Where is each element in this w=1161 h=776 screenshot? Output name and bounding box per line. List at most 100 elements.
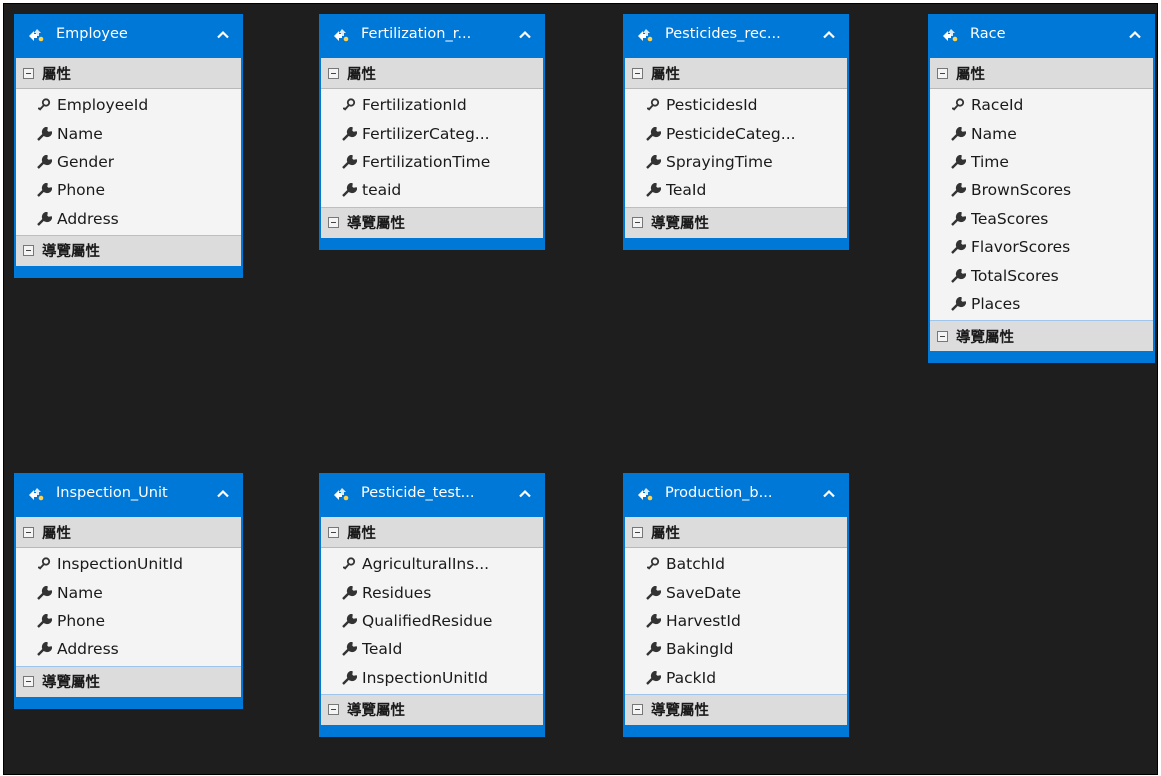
section-label: 導覽屬性	[956, 329, 1014, 346]
collapse-chevron-icon[interactable]	[823, 489, 835, 498]
collapse-toggle-icon[interactable]	[23, 526, 34, 538]
entity-icon	[638, 488, 653, 501]
section-label: 屬性	[956, 66, 985, 83]
collapse-toggle-icon[interactable]	[328, 526, 339, 538]
property-item[interactable]: TeaId	[321, 635, 543, 663]
entity-body: 屬性 PesticidesId PesticideCateg... Sprayi…	[625, 58, 847, 238]
collapse-chevron-icon[interactable]	[1129, 30, 1141, 39]
property-item[interactable]: Name	[16, 119, 241, 147]
navigation-section[interactable]: 導覽屬性	[625, 206, 847, 238]
entity-header[interactable]: Fertilization_r...	[321, 14, 543, 58]
section-label: 屬性	[42, 525, 71, 542]
collapse-chevron-icon[interactable]	[519, 489, 531, 498]
collapse-toggle-icon[interactable]	[328, 67, 339, 79]
property-item[interactable]: Phone	[16, 607, 241, 635]
property-item[interactable]: BrownScores	[930, 176, 1153, 204]
entity-header[interactable]: Employee	[16, 14, 241, 58]
section-label: 導覽屬性	[651, 216, 709, 233]
property-item[interactable]: TeaId	[625, 176, 847, 204]
entity-pesticide-test[interactable]: Pesticide_test... 屬性 AgriculturalIns... …	[319, 473, 545, 737]
property-item[interactable]: Address	[16, 205, 241, 233]
property-item[interactable]: BakingId	[625, 635, 847, 663]
collapse-chevron-icon[interactable]	[823, 30, 835, 39]
key-property[interactable]: RaceId	[930, 91, 1153, 119]
key-icon	[38, 98, 51, 111]
property-item[interactable]: QualifiedResidue	[321, 607, 543, 635]
wrench-icon	[951, 183, 966, 198]
key-property[interactable]: FertilizationId	[321, 91, 543, 119]
navigation-section[interactable]: 導覽屬性	[16, 665, 241, 697]
entity-inspection-unit[interactable]: Inspection_Unit 屬性 InspectionUnitId Name…	[14, 473, 243, 709]
property-item[interactable]: InspectionUnitId	[321, 664, 543, 692]
entity-race[interactable]: Race 屬性 RaceId Name Time BrownScores Tea…	[928, 14, 1155, 364]
property-item[interactable]: SaveDate	[625, 578, 847, 606]
properties-section[interactable]: 屬性	[321, 517, 543, 548]
collapse-toggle-icon[interactable]	[632, 67, 643, 79]
key-property[interactable]: BatchId	[625, 550, 847, 578]
property-item[interactable]: Name	[930, 119, 1153, 147]
entity-header[interactable]: Race	[930, 14, 1153, 58]
entity-title: Employee	[56, 26, 128, 42]
property-item[interactable]: PackId	[625, 664, 847, 692]
properties-section[interactable]: 屬性	[16, 517, 241, 548]
collapse-toggle-icon[interactable]	[23, 676, 34, 688]
entity-header[interactable]: Pesticides_rec...	[625, 14, 847, 58]
collapse-toggle-icon[interactable]	[23, 67, 34, 79]
entity-fertilization[interactable]: Fertilization_r... 屬性 FertilizationId Fe…	[319, 14, 545, 250]
property-item[interactable]: PesticideCateg...	[625, 119, 847, 147]
property-item[interactable]: FlavorScores	[930, 233, 1153, 261]
navigation-section[interactable]: 導覽屬性	[321, 206, 543, 238]
wrench-icon	[342, 585, 357, 600]
properties-section[interactable]: 屬性	[16, 58, 241, 89]
property-item[interactable]: Gender	[16, 148, 241, 176]
property-item[interactable]: Name	[16, 578, 241, 606]
entity-header[interactable]: Pesticide_test...	[321, 473, 543, 517]
entity-header[interactable]: Production_b...	[625, 473, 847, 517]
properties-section[interactable]: 屬性	[625, 517, 847, 548]
property-item[interactable]: FertilizationTime	[321, 148, 543, 176]
entity-icon	[638, 29, 653, 42]
entity-title: Pesticide_test...	[361, 485, 475, 501]
property-item[interactable]: Address	[16, 635, 241, 663]
collapse-toggle-icon[interactable]	[937, 330, 948, 342]
collapse-chevron-icon[interactable]	[519, 30, 531, 39]
property-item[interactable]: Phone	[16, 176, 241, 204]
key-property[interactable]: EmployeeId	[16, 91, 241, 119]
key-icon	[647, 557, 660, 570]
property-item[interactable]: SprayingTime	[625, 148, 847, 176]
collapse-toggle-icon[interactable]	[632, 217, 643, 229]
section-label: 屬性	[651, 66, 680, 83]
properties-section[interactable]: 屬性	[625, 58, 847, 89]
navigation-section[interactable]: 導覽屬性	[625, 693, 847, 725]
property-item[interactable]: TeaScores	[930, 205, 1153, 233]
collapse-toggle-icon[interactable]	[328, 217, 339, 229]
entity-pesticides-record[interactable]: Pesticides_rec... 屬性 PesticidesId Pestic…	[623, 14, 849, 250]
collapse-chevron-icon[interactable]	[217, 30, 229, 39]
entity-header[interactable]: Inspection_Unit	[16, 473, 241, 517]
properties-section[interactable]: 屬性	[321, 58, 543, 89]
key-property[interactable]: PesticidesId	[625, 91, 847, 119]
properties-section[interactable]: 屬性	[930, 58, 1153, 89]
property-item[interactable]: Time	[930, 148, 1153, 176]
collapse-toggle-icon[interactable]	[632, 526, 643, 538]
property-item[interactable]: teaid	[321, 176, 543, 204]
property-item[interactable]: TotalScores	[930, 261, 1153, 289]
key-property[interactable]: AgriculturalIns...	[321, 550, 543, 578]
navigation-section[interactable]: 導覽屬性	[321, 693, 543, 725]
navigation-section[interactable]: 導覽屬性	[930, 320, 1153, 352]
property-item[interactable]: FertilizerCateg...	[321, 119, 543, 147]
property-item[interactable]: Residues	[321, 578, 543, 606]
property-item[interactable]: Places	[930, 290, 1153, 318]
collapse-toggle-icon[interactable]	[328, 704, 339, 716]
entity-production-batch[interactable]: Production_b... 屬性 BatchId SaveDate Harv…	[623, 473, 849, 737]
key-property[interactable]: InspectionUnitId	[16, 550, 241, 578]
entity-title: Pesticides_rec...	[665, 26, 781, 42]
collapse-toggle-icon[interactable]	[632, 704, 643, 716]
navigation-section[interactable]: 導覽屬性	[16, 234, 241, 266]
entity-employee[interactable]: Employee 屬性 EmployeeId Name Gender Phone…	[14, 14, 243, 278]
collapse-toggle-icon[interactable]	[937, 67, 948, 79]
collapse-chevron-icon[interactable]	[217, 489, 229, 498]
collapse-toggle-icon[interactable]	[23, 245, 34, 257]
property-item[interactable]: HarvestId	[625, 607, 847, 635]
entity-body: 屬性 EmployeeId Name Gender Phone Address …	[16, 58, 241, 266]
